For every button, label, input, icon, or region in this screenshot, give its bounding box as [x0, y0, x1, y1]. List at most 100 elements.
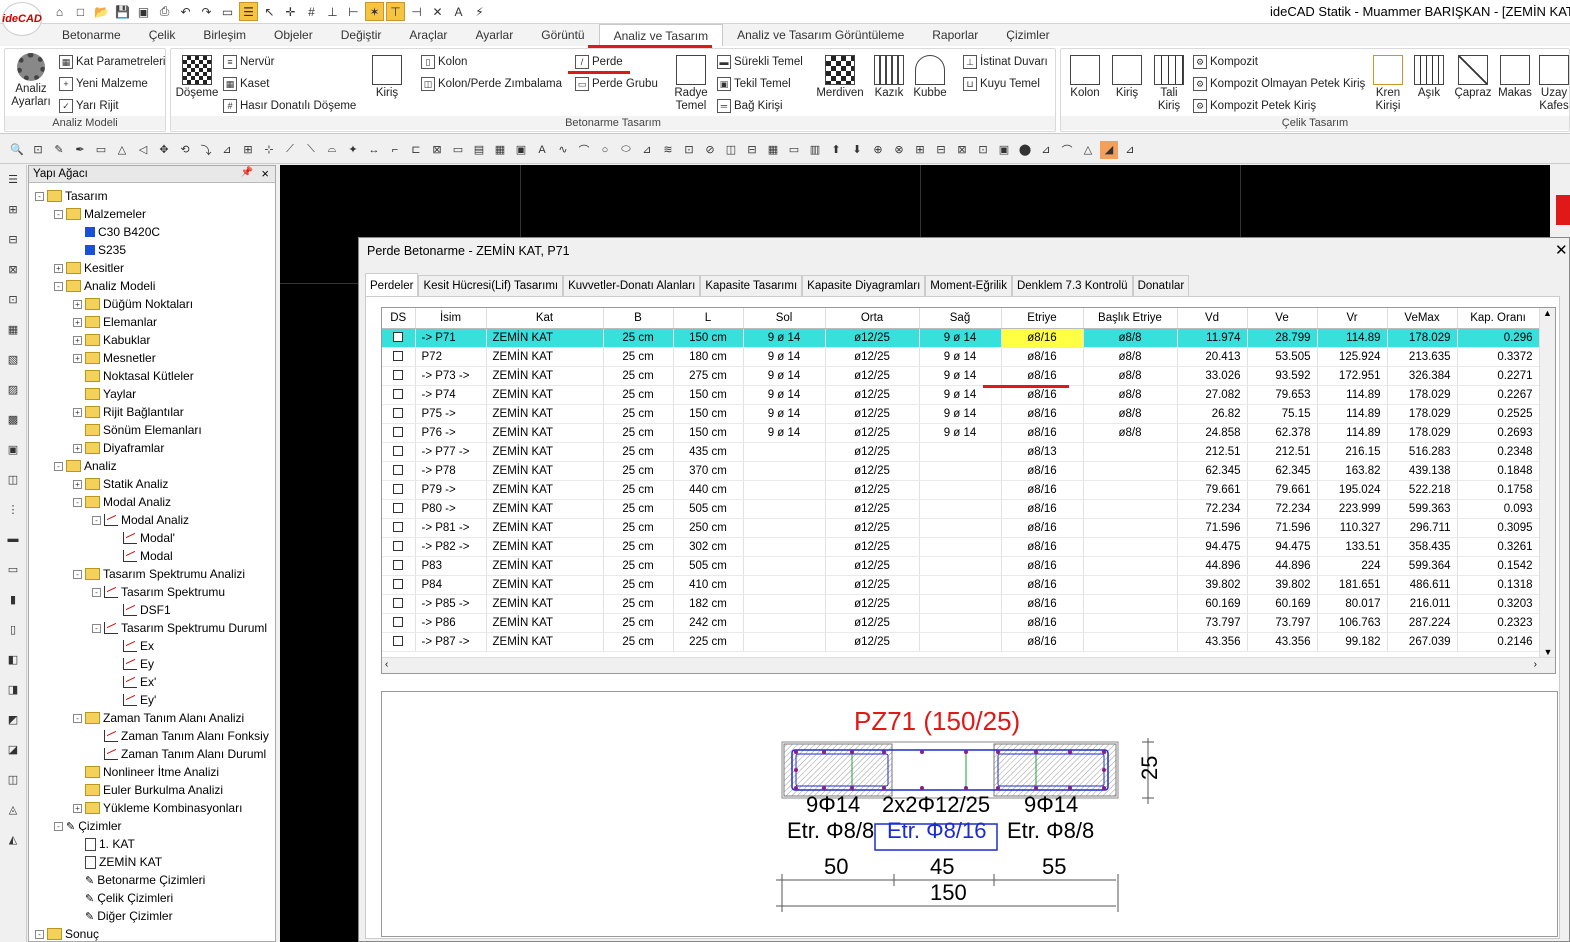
- table-row[interactable]: -> P73 -> ZEMİN KAT 25 cm 275 cm 9 ø 14 ø12/2…: [382, 366, 1540, 386]
- expand-icon[interactable]: +: [73, 443, 82, 453]
- lightning-icon[interactable]: ⚡: [470, 2, 489, 21]
- triangle-up-icon[interactable]: ▣: [995, 141, 1013, 159]
- dialog-tab[interactable]: Denklem 7.3 Kontrolü: [1011, 275, 1133, 297]
- column-header[interactable]: İsim: [415, 308, 487, 329]
- ds-checkbox[interactable]: [393, 332, 404, 343]
- nervur-button[interactable]: ≡ Nervür: [223, 55, 275, 69]
- stretch-icon[interactable]: ↔: [365, 141, 383, 159]
- zoom-tool-icon[interactable]: ◫: [3, 773, 23, 791]
- ds-checkbox[interactable]: [393, 427, 404, 438]
- tree-node[interactable]: - Zaman Tanım Alanı Analizi: [73, 709, 244, 727]
- surekli-temel-button[interactable]: ▬ Sürekli Temel: [717, 55, 803, 69]
- offset-icon[interactable]: ⟋: [281, 141, 299, 159]
- dialog-tab[interactable]: Kapasite Diyagramları: [802, 275, 926, 297]
- binoculars-icon[interactable]: ◭: [3, 833, 23, 851]
- ds-checkbox-cell[interactable]: [382, 347, 416, 367]
- celik-kolon-button[interactable]: Kolon: [1067, 55, 1103, 100]
- scroll-left-icon[interactable]: ‹: [385, 659, 388, 670]
- ds-checkbox[interactable]: [393, 541, 404, 552]
- table-row[interactable]: -> P71 ZEMİN KAT 25 cm 150 cm 9 ø 14 ø12/25 9 …: [382, 328, 1540, 348]
- ds-checkbox-cell[interactable]: [382, 480, 416, 500]
- tree-node[interactable]: S235: [73, 241, 126, 259]
- tree-node[interactable]: + Mesnetler: [73, 349, 156, 367]
- table-row[interactable]: P72 ZEMİN KAT 25 cm 180 cm 9 ø 14 ø12/25 9 ø 1…: [382, 347, 1540, 367]
- ds-checkbox[interactable]: [393, 370, 404, 381]
- text-size-icon[interactable]: A: [449, 2, 468, 21]
- hasir-donatili-doseme-button[interactable]: # Hasır Donatılı Döşeme: [223, 99, 356, 113]
- table-horizontal-scrollbar[interactable]: ‹ ›: [382, 657, 1555, 673]
- ribbon-tab[interactable]: Analiz ve Tasarım: [598, 24, 724, 46]
- measure-icon[interactable]: ▦: [764, 141, 782, 159]
- tree-node[interactable]: - Tasarım: [35, 187, 108, 205]
- star-icon[interactable]: ✦: [344, 141, 362, 159]
- hole-icon[interactable]: ⊡: [680, 141, 698, 159]
- ds-checkbox-cell[interactable]: [382, 594, 416, 614]
- table-row[interactable]: -> P78 ZEMİN KAT 25 cm 370 cm ø12/25 ø8/16 62.…: [382, 461, 1540, 481]
- tree-node[interactable]: + Statik Analiz: [73, 475, 168, 493]
- dialog-tab[interactable]: Kapasite Tasarımı: [700, 275, 803, 297]
- tree-node[interactable]: ✎ Çelik Çizimleri: [73, 889, 173, 907]
- screen-icon[interactable]: ▭: [218, 2, 237, 21]
- dialog-tab[interactable]: Kesit Hücresi(Lif) Tasarımı: [418, 275, 564, 297]
- column-header[interactable]: B: [603, 308, 674, 329]
- expand-icon[interactable]: +: [73, 803, 82, 813]
- tree-node[interactable]: + Elemanlar: [73, 313, 157, 331]
- ribbon-tab[interactable]: Raporlar: [918, 24, 992, 46]
- tree-node[interactable]: - Analiz: [54, 457, 117, 475]
- kompozit-button[interactable]: ⚙ Kompozit: [1193, 55, 1258, 69]
- expand-icon[interactable]: +: [73, 353, 82, 363]
- bag-kirisi-button[interactable]: ═ Bağ Kirişi: [717, 99, 783, 113]
- kompozit-olmayan-petek-kiris-button[interactable]: ⚙ Kompozit Olmayan Petek Kiriş: [1193, 77, 1365, 91]
- pin-icon[interactable]: 📌: [241, 167, 253, 178]
- tree-node[interactable]: Yaylar: [73, 385, 136, 403]
- grid-icon[interactable]: ⊞: [239, 141, 257, 159]
- expand-icon[interactable]: +: [73, 335, 82, 345]
- column-header[interactable]: Ve: [1247, 308, 1318, 329]
- column-header[interactable]: Vd: [1177, 308, 1248, 329]
- door-icon[interactable]: ▨: [3, 383, 23, 401]
- ribbon-tab[interactable]: Ayarlar: [461, 24, 527, 46]
- axis-icon[interactable]: ▣: [3, 443, 23, 461]
- snap-tool-icon[interactable]: ◨: [3, 683, 23, 701]
- kuyu-temel-button[interactable]: ⊔ Kuyu Temel: [963, 77, 1040, 91]
- column-header[interactable]: Etriye: [1001, 308, 1084, 329]
- ds-checkbox-cell[interactable]: [382, 632, 416, 652]
- ds-checkbox-cell[interactable]: [382, 613, 416, 633]
- tree-node[interactable]: DSF1: [111, 601, 171, 619]
- ds-checkbox-cell[interactable]: [382, 575, 416, 595]
- insert-icon[interactable]: ⊟: [743, 141, 761, 159]
- filter-icon[interactable]: ◧: [3, 653, 23, 671]
- capraz-button[interactable]: Çapraz: [1453, 55, 1493, 100]
- pointer-icon[interactable]: ⊞: [3, 203, 23, 221]
- column-header[interactable]: Sol: [743, 308, 826, 329]
- image-icon[interactable]: ≋: [659, 141, 677, 159]
- column-icon[interactable]: ▦: [491, 141, 509, 159]
- ds-checkbox-cell[interactable]: [382, 442, 416, 462]
- table-row[interactable]: P83 ZEMİN KAT 25 cm 505 cm ø12/25 ø8/16 44.896…: [382, 556, 1540, 576]
- ds-checkbox[interactable]: [393, 560, 404, 571]
- tree-node[interactable]: Noktasal Kütleler: [73, 367, 194, 385]
- kren-kirisi-button[interactable]: Kren Kirişi: [1369, 55, 1407, 113]
- table-row[interactable]: -> P85 -> ZEMİN KAT 25 cm 182 cm ø12/25 ø8/16…: [382, 594, 1540, 614]
- trim-icon[interactable]: ⟍: [302, 141, 320, 159]
- tree-node[interactable]: C30 B420C: [73, 223, 160, 241]
- kiris-button[interactable]: Kiriş: [367, 55, 407, 100]
- ds-checkbox-cell[interactable]: [382, 461, 416, 481]
- table-row[interactable]: P79 -> ZEMİN KAT 25 cm 440 cm ø12/25 ø8/16 79.…: [382, 480, 1540, 500]
- up-icon[interactable]: ▭: [785, 141, 803, 159]
- collapse-icon[interactable]: -: [92, 587, 101, 597]
- hatch-icon[interactable]: ▭: [449, 141, 467, 159]
- tree-node[interactable]: + Rijit Bağlantılar: [73, 403, 184, 421]
- ribbon-tab[interactable]: Araçlar: [395, 24, 461, 46]
- add-icon[interactable]: ⬆: [827, 141, 845, 159]
- text-tool-icon[interactable]: ▣: [512, 141, 530, 159]
- snap-int-icon[interactable]: ✕: [428, 2, 447, 21]
- ds-checkbox-cell[interactable]: [382, 423, 416, 443]
- snap-icon[interactable]: ⊹: [260, 141, 278, 159]
- kat-parametreleri-button[interactable]: ▦ Kat Parametreleri: [59, 55, 165, 69]
- properties-icon[interactable]: ▯: [3, 623, 23, 641]
- tree-node[interactable]: Ex: [111, 637, 154, 655]
- delete-icon[interactable]: ⬇: [848, 141, 866, 159]
- cursor-icon[interactable]: ↖: [260, 2, 279, 21]
- ds-checkbox[interactable]: [393, 617, 404, 628]
